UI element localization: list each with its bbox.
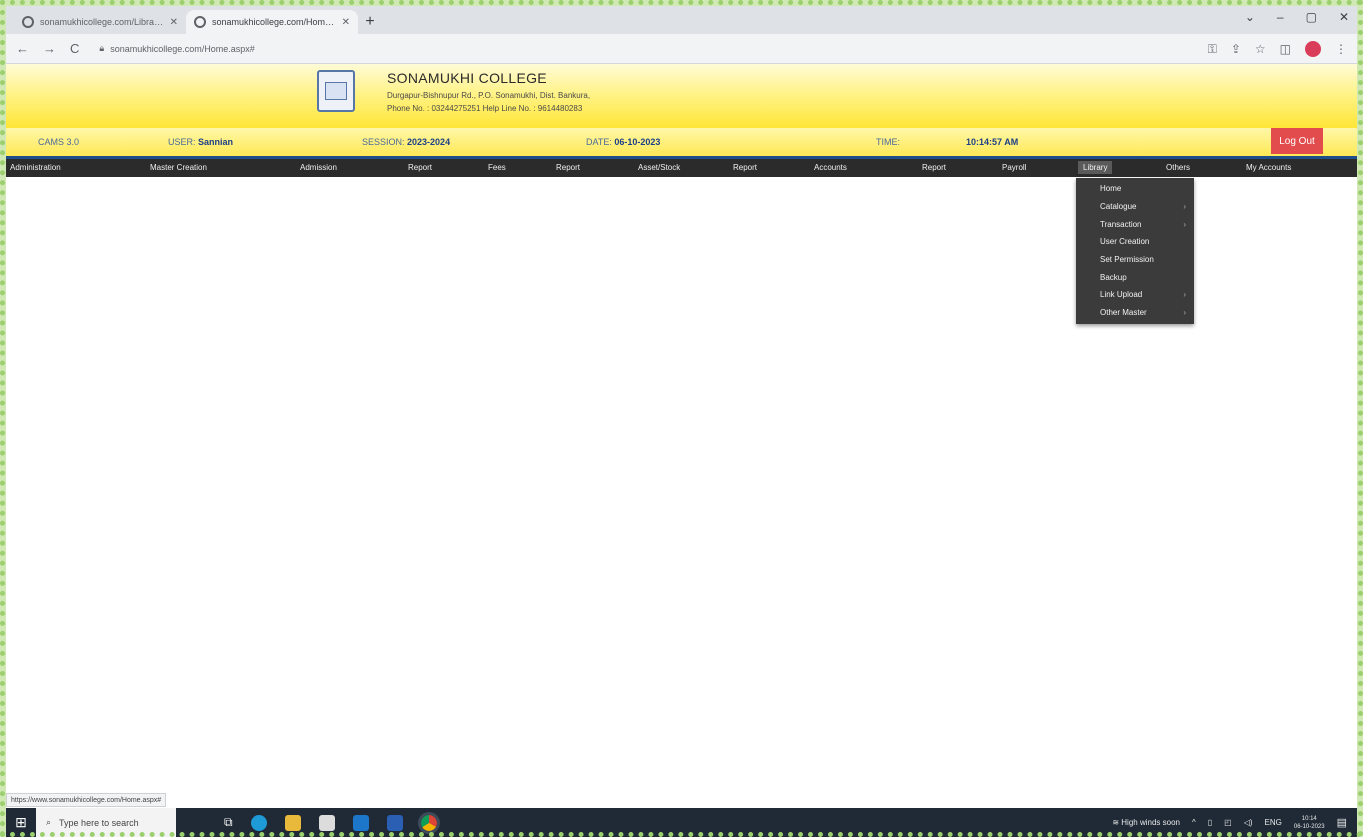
menu-asset-stock[interactable]: Asset/Stock (638, 163, 680, 172)
url-field[interactable]: 🔒︎ sonamukhicollege.com/Home.aspx# (93, 38, 260, 60)
logout-button[interactable]: Log Out (1271, 128, 1323, 154)
weather-widget[interactable]: ≋ High winds soon (1112, 818, 1180, 827)
dropdown-item-catalogue[interactable]: Catalogue › (1076, 198, 1194, 216)
network-icon[interactable]: ◰ (1224, 818, 1232, 827)
bookmark-star-icon[interactable]: ☆ (1255, 42, 1266, 56)
task-view-icon[interactable]: ⧉ (224, 815, 233, 830)
dropdown-item-user-creation[interactable]: User Creation (1076, 233, 1194, 251)
forward-button[interactable]: → (43, 41, 56, 56)
taskbar-apps: ⧉ (224, 811, 440, 834)
cams-version: CAMS 3.0 (38, 137, 80, 147)
close-icon[interactable]: ✕ (342, 17, 350, 28)
time-value: 10:14:57 AM (966, 137, 1019, 147)
share-icon[interactable]: ⇪ (1231, 42, 1241, 56)
menu-asset-report[interactable]: Report (733, 163, 757, 172)
close-icon[interactable]: ✕ (170, 17, 178, 28)
profile-avatar[interactable] (1305, 41, 1321, 57)
menu-payroll[interactable]: Payroll (1002, 163, 1026, 172)
menu-accounts[interactable]: Accounts (814, 163, 847, 172)
menu-accounts-report[interactable]: Report (922, 163, 946, 172)
chevron-right-icon: › (1183, 219, 1186, 229)
chevron-right-icon: › (1183, 308, 1186, 318)
menu-fees[interactable]: Fees (488, 163, 506, 172)
menu-fees-report[interactable]: Report (556, 163, 580, 172)
dropdown-item-set-permission[interactable]: Set Permission (1076, 251, 1194, 269)
dropdown-item-backup[interactable]: Backup (1076, 268, 1194, 286)
date-value: 06-10-2023 (614, 137, 661, 147)
browser-toolbar-right: ⚿ ⇪ ☆ ◫ ⋮ (1208, 41, 1347, 57)
date-info: DATE: 06-10-2023 (586, 137, 661, 147)
tab-search-icon[interactable]: ⌄ (1245, 10, 1255, 24)
notification-icon[interactable]: ▤ (1337, 816, 1347, 829)
menu-library[interactable]: Library (1078, 161, 1113, 174)
user-name: Sannian (198, 137, 234, 147)
word-icon[interactable] (386, 814, 403, 831)
main-menu-bar: Administration Master Creation Admission… (6, 159, 1357, 177)
volume-icon[interactable]: ◁) (1244, 818, 1253, 827)
college-phone: Phone No. : 03244275251 Help Line No. : … (387, 104, 583, 113)
new-tab-button[interactable]: + (358, 10, 382, 34)
status-bar-url: https://www.sonamukhicollege.com/Home.as… (6, 793, 167, 807)
lock-icon[interactable]: 🔒︎ (99, 43, 104, 54)
college-address: Durgapur-Bishnupur Rd., P.O. Sonamukhi, … (387, 91, 591, 100)
tab-title: sonamukhicollege.com/Library/... (40, 17, 164, 27)
browser-tab-bar: sonamukhicollege.com/Library/... ✕ sonam… (6, 6, 1357, 34)
library-dropdown-menu: Home Catalogue › Transaction › User Creati… (1076, 178, 1194, 324)
dropdown-item-other-master[interactable]: Other Master › (1076, 304, 1194, 322)
back-button[interactable]: ← (16, 41, 29, 56)
chevron-up-icon[interactable]: ^ (1192, 818, 1196, 827)
menu-master-creation[interactable]: Master Creation (150, 163, 207, 172)
store-icon[interactable] (318, 814, 335, 831)
search-placeholder: Type here to search (59, 817, 139, 828)
menu-others[interactable]: Others (1166, 163, 1190, 172)
session-value: 2023-2024 (407, 137, 451, 147)
language-indicator[interactable]: ENG (1265, 818, 1282, 827)
system-tray: ≋ High winds soon ^ ▯ ◰ ◁) ENG 10:14 06-… (1112, 808, 1347, 837)
dropdown-item-link-upload[interactable]: Link Upload › (1076, 286, 1194, 304)
search-icon: ⌕ (46, 817, 52, 827)
dropdown-item-transaction[interactable]: Transaction › (1076, 215, 1194, 233)
browser-tab-home[interactable]: sonamukhicollege.com/Home.a... ✕ (186, 10, 358, 34)
menu-administration[interactable]: Administration (10, 163, 61, 172)
key-icon[interactable]: ⚿ (1208, 42, 1217, 57)
chrome-icon[interactable] (417, 811, 440, 834)
session-info: SESSION: 2023-2024 (362, 137, 451, 147)
college-name: SONAMUKHI COLLEGE (387, 70, 547, 86)
window-controls: ⌄ – ▢ ✕ (1245, 10, 1349, 24)
dropdown-item-home[interactable]: Home (1076, 180, 1194, 198)
windows-start-button[interactable]: ⊞ (6, 808, 36, 837)
windows-taskbar: ⊞ ⌕ Type here to search ⧉ ≋ High winds s… (6, 808, 1357, 837)
globe-icon (194, 16, 206, 28)
wind-icon: ≋ (1112, 818, 1120, 827)
menu-my-accounts[interactable]: My Accounts (1246, 163, 1291, 172)
close-window-button[interactable]: ✕ (1339, 10, 1349, 24)
mail-icon[interactable] (352, 814, 369, 831)
menu-admission[interactable]: Admission (300, 163, 337, 172)
screen: sonamukhicollege.com/Library/... ✕ sonam… (6, 6, 1357, 837)
chevron-right-icon: › (1183, 290, 1186, 300)
minimize-button[interactable]: – (1277, 10, 1284, 24)
address-bar: ← → C 🔒︎ sonamukhicollege.com/Home.aspx#… (6, 34, 1357, 64)
site-header: SONAMUKHI COLLEGE Durgapur-Bishnupur Rd.… (6, 64, 1357, 128)
side-panel-icon[interactable]: ◫ (1280, 42, 1291, 56)
url-text: sonamukhicollege.com/Home.aspx# (110, 43, 255, 54)
battery-icon[interactable]: ▯ (1208, 818, 1212, 827)
edge-icon[interactable] (250, 814, 267, 831)
college-logo (317, 70, 355, 112)
time-label: TIME: (876, 137, 900, 147)
menu-admission-report[interactable]: Report (408, 163, 432, 172)
reload-button[interactable]: C (70, 41, 79, 56)
tab-title: sonamukhicollege.com/Home.a... (212, 17, 336, 27)
browser-tab-library[interactable]: sonamukhicollege.com/Library/... ✕ (14, 10, 186, 34)
file-explorer-icon[interactable] (284, 814, 301, 831)
chevron-right-icon: › (1183, 202, 1186, 212)
user-info: USER: Sannian (168, 137, 234, 147)
session-info-bar: CAMS 3.0 USER: Sannian SESSION: 2023-202… (6, 128, 1357, 156)
globe-icon (22, 16, 34, 28)
restore-button[interactable]: ▢ (1306, 10, 1317, 24)
menu-kebab-icon[interactable]: ⋮ (1335, 42, 1347, 56)
clock[interactable]: 10:14 06-10-2023 (1294, 815, 1325, 831)
taskbar-search-input[interactable]: ⌕ Type here to search (36, 808, 176, 837)
